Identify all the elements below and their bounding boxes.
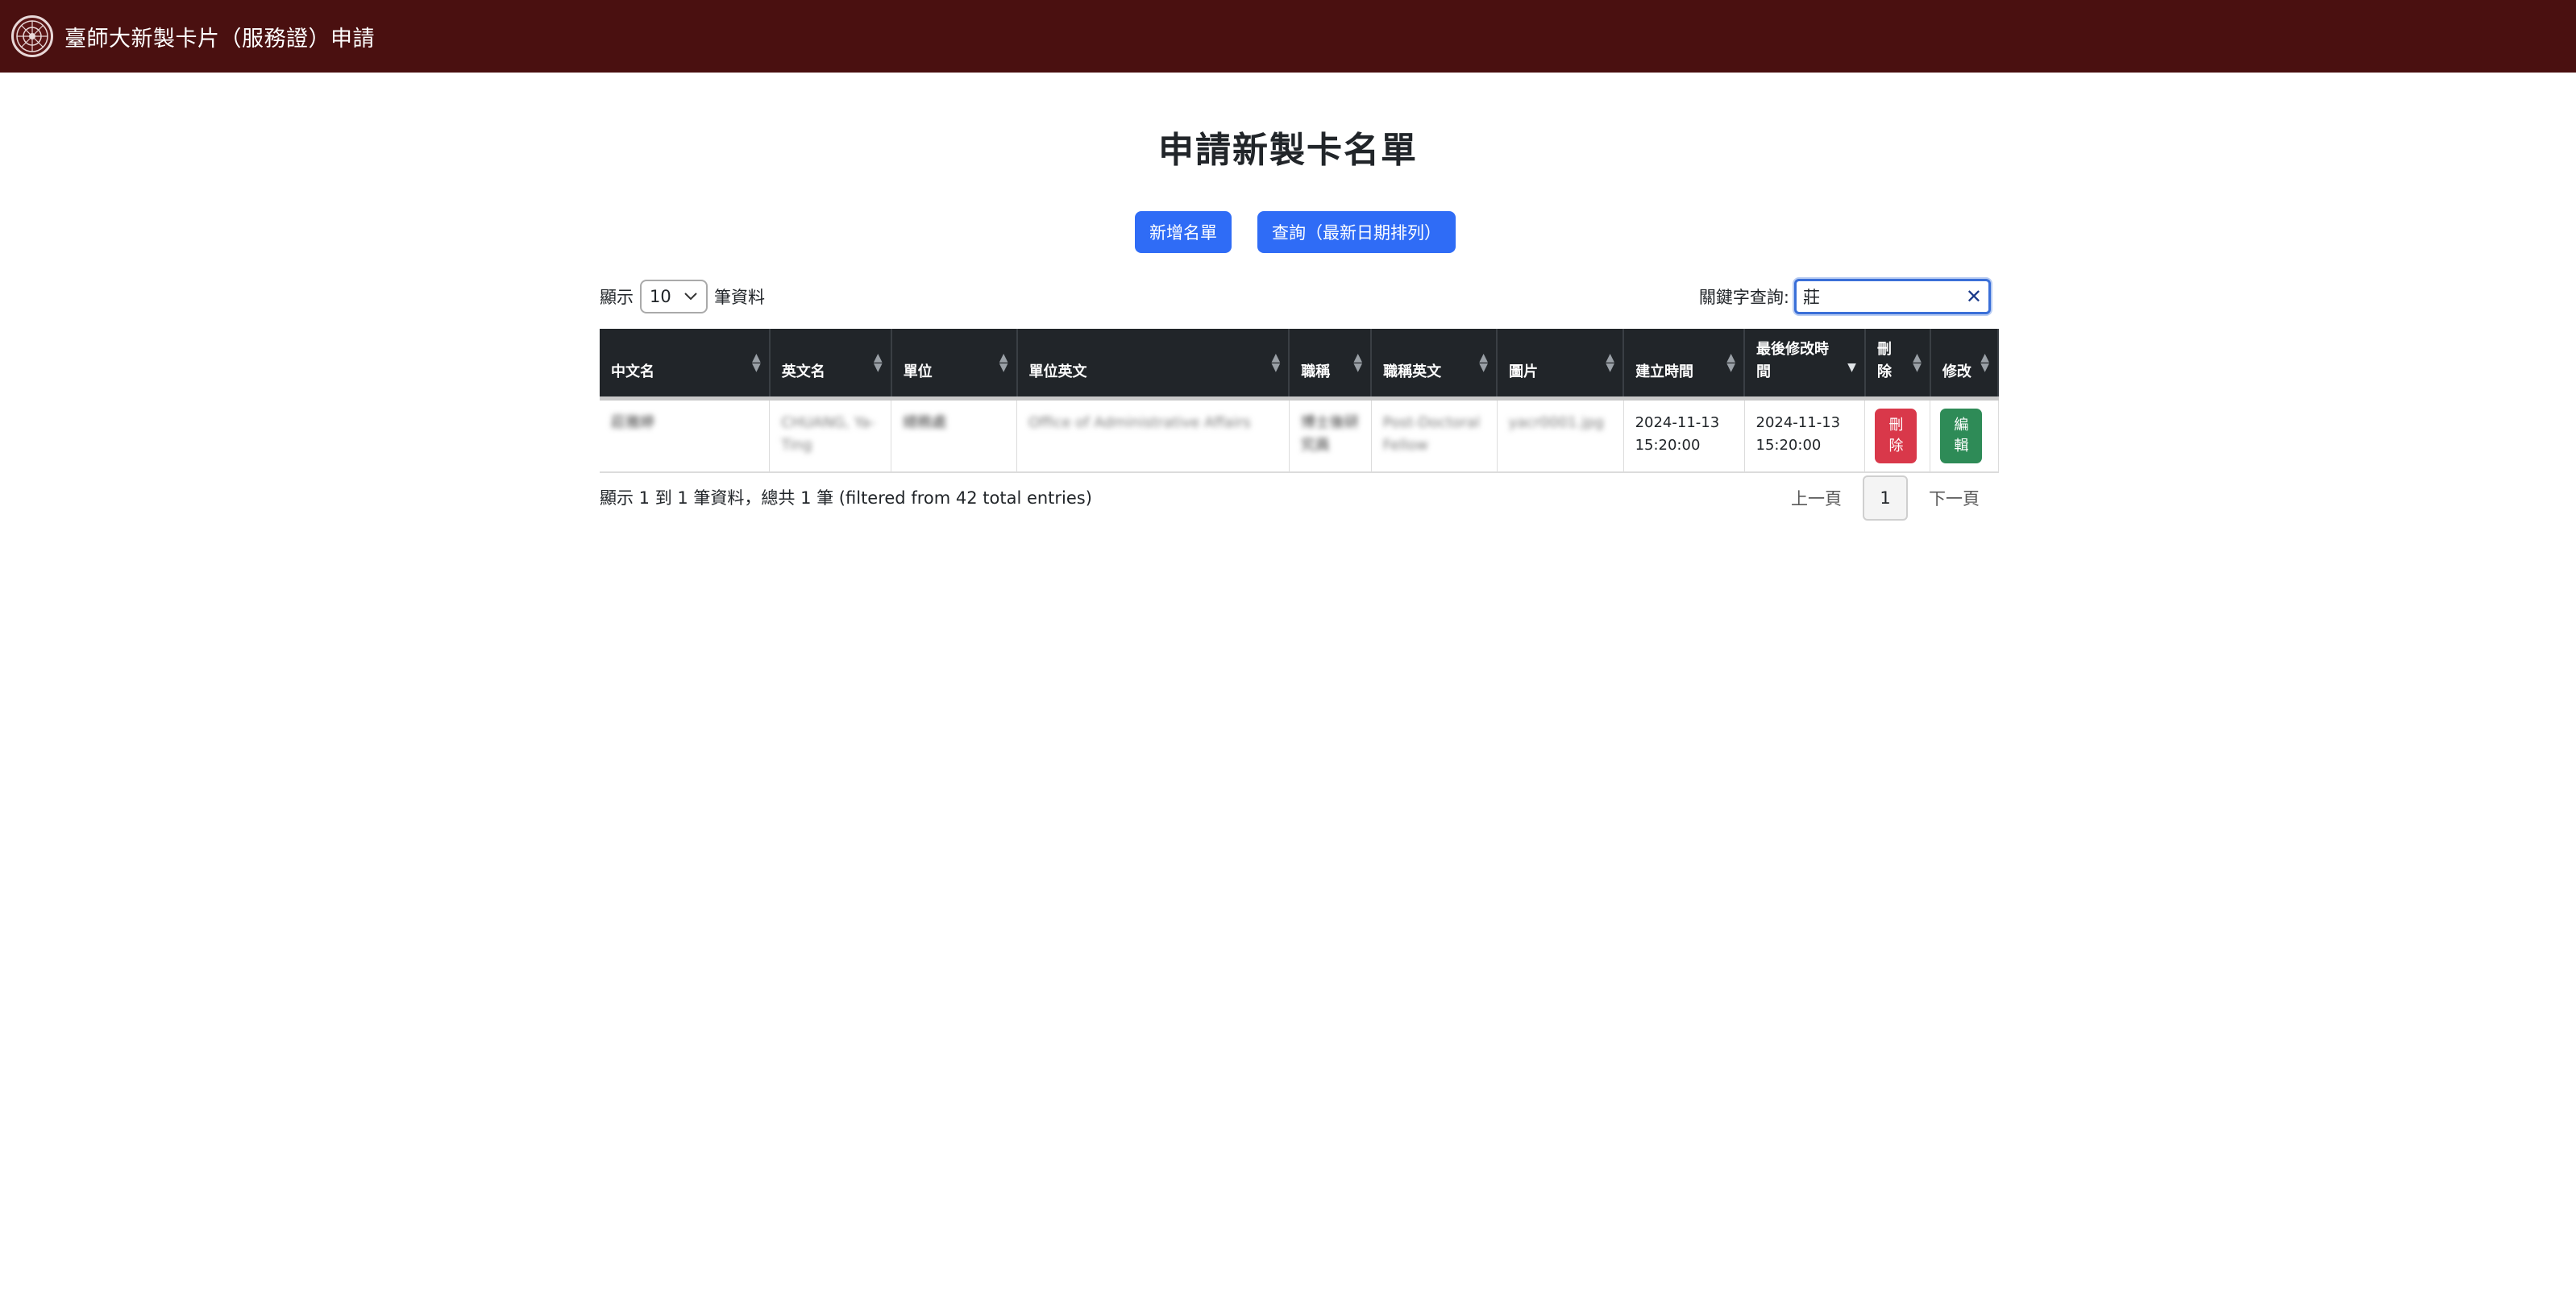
sort-icon: ▲ ▼ (999, 351, 1008, 374)
cell-title: 博士後研究員 (1289, 398, 1372, 473)
cell-unit-en: Office of Administrative Affairs (1016, 398, 1290, 473)
length-prefix: 顯示 (600, 288, 634, 307)
university-logo-icon (11, 15, 53, 57)
add-list-button[interactable]: 新增名單 (1135, 211, 1232, 253)
sort-icon: ▲ ▼ (1353, 351, 1363, 374)
sort-icon: ▲ ▼ (1726, 351, 1735, 374)
cell-modified: 2024-11-13 15:20:00 (1744, 398, 1866, 473)
query-button[interactable]: 查詢（最新日期排列） (1257, 211, 1456, 253)
column-header[interactable]: 英文名 ▲ ▼ (769, 329, 892, 398)
length-suffix: 筆資料 (714, 288, 765, 307)
search-control: 關鍵字查詢: 莊 ✕ (1699, 279, 1991, 314)
cell-title-en: Post-Doctoral Fellow (1371, 398, 1498, 473)
sort-icon: ▲ ▼ (1271, 351, 1281, 374)
sort-icon: ▲ ▼ (751, 351, 761, 374)
column-header[interactable]: 刪除 ▲ ▼ (1864, 329, 1931, 398)
page-length-control: 顯示 10 筆資料 (600, 279, 765, 314)
sort-icon: ▲ ▼ (1479, 351, 1489, 374)
pagination: 上一頁 1 下一頁 (1770, 475, 2001, 521)
cell-created: 2024-11-13 15:20:00 (1623, 398, 1745, 473)
column-header[interactable]: 中文名 ▲ ▼ (600, 329, 771, 398)
column-header[interactable]: 單位 ▲ ▼ (891, 329, 1018, 398)
table-header-row: 中文名 ▲ ▼ 英文名 ▲ ▼ 單位 ▲ ▼ 單位英文 ▲ ▼ 職稱 ▲ ▼ 職稱英文 ▲ ▼ 圖片 ▲ ▼… (600, 329, 2000, 398)
page-length-select[interactable]: 10 (640, 280, 708, 313)
column-header[interactable]: 職稱英文 ▲ ▼ (1371, 329, 1498, 398)
clear-icon[interactable]: ✕ (1966, 285, 1982, 308)
sort-icon: ▲ ▼ (1913, 351, 1922, 374)
search-input[interactable]: 莊 ✕ (1794, 279, 1991, 314)
table-info: 顯示 1 到 1 筆資料，總共 1 筆 (filtered from 42 to… (600, 488, 1092, 508)
sort-icon: ▲ ▼ (1606, 351, 1615, 374)
column-header[interactable]: 圖片 ▲ ▼ (1497, 329, 1625, 398)
sort-desc-icon: ▼ (1847, 361, 1856, 374)
search-value: 莊 (1803, 288, 1820, 307)
search-label: 關鍵字查詢: (1698, 288, 1789, 307)
column-header[interactable]: 最後修改時間 ▼ (1744, 329, 1866, 398)
delete-button[interactable]: 刪除 (1875, 408, 1917, 463)
cell-cn-name: 莊雅婷 (600, 398, 771, 473)
cell-en-name: CHUANG, Ya-Ting (769, 398, 892, 473)
sort-icon: ▲ ▼ (873, 351, 883, 374)
cell-edit: 編輯 (1930, 398, 1999, 473)
cell-delete: 刪除 (1864, 398, 1931, 473)
page-title: 申請新製卡名單 (1158, 130, 1418, 171)
navbar: 臺師大新製卡片（服務證）申請 (0, 0, 2576, 73)
app-title[interactable]: 臺師大新製卡片（服務證）申請 (64, 21, 375, 52)
column-header[interactable]: 修改 ▲ ▼ (1930, 329, 2000, 398)
cell-unit: 總務處 (891, 398, 1018, 473)
page-length-value: 10 (650, 287, 671, 306)
column-header[interactable]: 職稱 ▲ ▼ (1289, 329, 1373, 398)
table-row: 莊雅婷 CHUANG, Ya-Ting 總務處 Office of Admini… (600, 398, 1999, 473)
data-table: 中文名 ▲ ▼ 英文名 ▲ ▼ 單位 ▲ ▼ 單位英文 ▲ ▼ 職稱 ▲ ▼ 職稱英文 ▲ ▼ 圖片 ▲ ▼… (600, 329, 2000, 473)
sort-icon: ▲ ▼ (1980, 351, 1989, 374)
column-header[interactable]: 建立時間 ▲ ▼ (1623, 329, 1745, 398)
next-page-button[interactable]: 下一頁 (1908, 486, 2001, 510)
column-header[interactable]: 單位英文 ▲ ▼ (1016, 329, 1290, 398)
chevron-down-icon (684, 293, 697, 301)
edit-button[interactable]: 編輯 (1940, 408, 1983, 463)
page-button-current[interactable]: 1 (1863, 475, 1908, 521)
prev-page-button[interactable]: 上一頁 (1770, 486, 1863, 510)
cell-image: yacr0001.jpg (1497, 398, 1624, 473)
